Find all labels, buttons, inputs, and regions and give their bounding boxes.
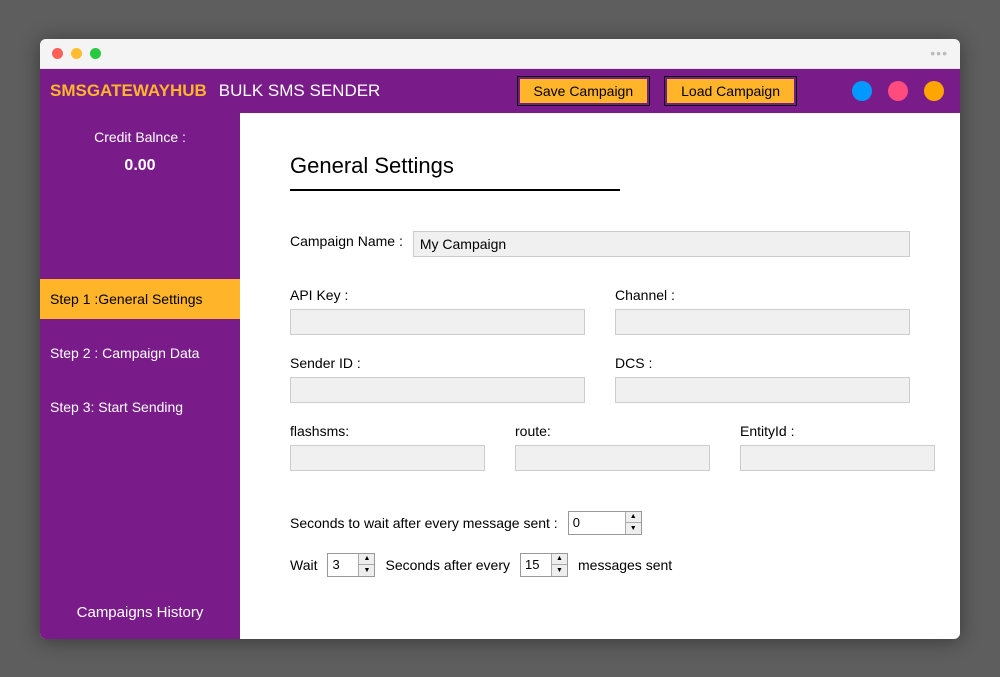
channel-input[interactable]	[615, 309, 910, 335]
sidebar-step-campaign-data[interactable]: Step 2 : Campaign Data	[40, 333, 240, 373]
delay-per-message-spinner: ▲ ▼	[568, 511, 642, 535]
close-window-button[interactable]	[52, 48, 63, 59]
maximize-window-button[interactable]	[90, 48, 101, 59]
dcs-label: DCS :	[615, 355, 910, 371]
messages-count-up[interactable]: ▲	[552, 554, 567, 566]
theme-orange-dot[interactable]	[924, 81, 944, 101]
content-area: General Settings Campaign Name : API Key…	[240, 113, 960, 639]
wait-label: Wait	[290, 557, 317, 573]
minimize-window-button[interactable]	[71, 48, 82, 59]
sender-id-input[interactable]	[290, 377, 585, 403]
messages-count-down[interactable]: ▼	[552, 565, 567, 576]
channel-label: Channel :	[615, 287, 910, 303]
wait-seconds-input[interactable]	[328, 554, 358, 576]
traffic-lights	[52, 48, 101, 59]
campaign-name-label: Campaign Name :	[290, 233, 403, 249]
api-key-input[interactable]	[290, 309, 585, 335]
delay-per-message-label: Seconds to wait after every message sent…	[290, 515, 558, 531]
sidebar-step-general-settings[interactable]: Step 1 :General Settings	[40, 279, 240, 319]
wait-seconds-down[interactable]: ▼	[359, 565, 374, 576]
route-label: route:	[515, 423, 710, 439]
campaign-name-input[interactable]	[413, 231, 910, 257]
load-campaign-button[interactable]: Load Campaign	[665, 77, 796, 105]
delay-per-message-input[interactable]	[569, 512, 625, 534]
wait-seconds-spinner: ▲ ▼	[327, 553, 375, 577]
credit-balance-value: 0.00	[40, 157, 240, 175]
save-campaign-button[interactable]: Save Campaign	[518, 77, 650, 105]
campaigns-history-link[interactable]: Campaigns History	[40, 586, 240, 639]
wait-seconds-up[interactable]: ▲	[359, 554, 374, 566]
route-input[interactable]	[515, 445, 710, 471]
messages-count-spinner: ▲ ▼	[520, 553, 568, 577]
credit-balance-box: Credit Balnce : 0.00	[40, 113, 240, 199]
messages-count-input[interactable]	[521, 554, 551, 576]
sidebar: Credit Balnce : 0.00 Step 1 :General Set…	[40, 113, 240, 639]
logo-primary: SMSGATEWAYHUB	[50, 81, 207, 101]
credit-balance-label: Credit Balnce :	[40, 129, 240, 145]
sender-id-label: Sender ID :	[290, 355, 585, 371]
messages-sent-label: messages sent	[578, 557, 672, 573]
flashsms-label: flashsms:	[290, 423, 485, 439]
dcs-input[interactable]	[615, 377, 910, 403]
api-key-label: API Key :	[290, 287, 585, 303]
sidebar-step-start-sending[interactable]: Step 3: Start Sending	[40, 387, 240, 427]
titlebar: •••	[40, 39, 960, 69]
delay-per-message-up[interactable]: ▲	[626, 512, 641, 524]
theme-pink-dot[interactable]	[888, 81, 908, 101]
step-list: Step 1 :General Settings Step 2 : Campai…	[40, 279, 240, 427]
app-header: SMSGATEWAYHUB BULK SMS SENDER Save Campa…	[40, 69, 960, 113]
section-title: General Settings	[290, 153, 620, 191]
delay-per-message-down[interactable]: ▼	[626, 523, 641, 534]
app-window: ••• SMSGATEWAYHUB BULK SMS SENDER Save C…	[40, 39, 960, 639]
theme-dots	[852, 81, 944, 101]
theme-blue-dot[interactable]	[852, 81, 872, 101]
logo-secondary: BULK SMS SENDER	[219, 81, 381, 101]
window-menu-icon[interactable]: •••	[930, 45, 948, 61]
flashsms-input[interactable]	[290, 445, 485, 471]
entityid-label: EntityId :	[740, 423, 935, 439]
seconds-after-label: Seconds after every	[385, 557, 510, 573]
entityid-input[interactable]	[740, 445, 935, 471]
